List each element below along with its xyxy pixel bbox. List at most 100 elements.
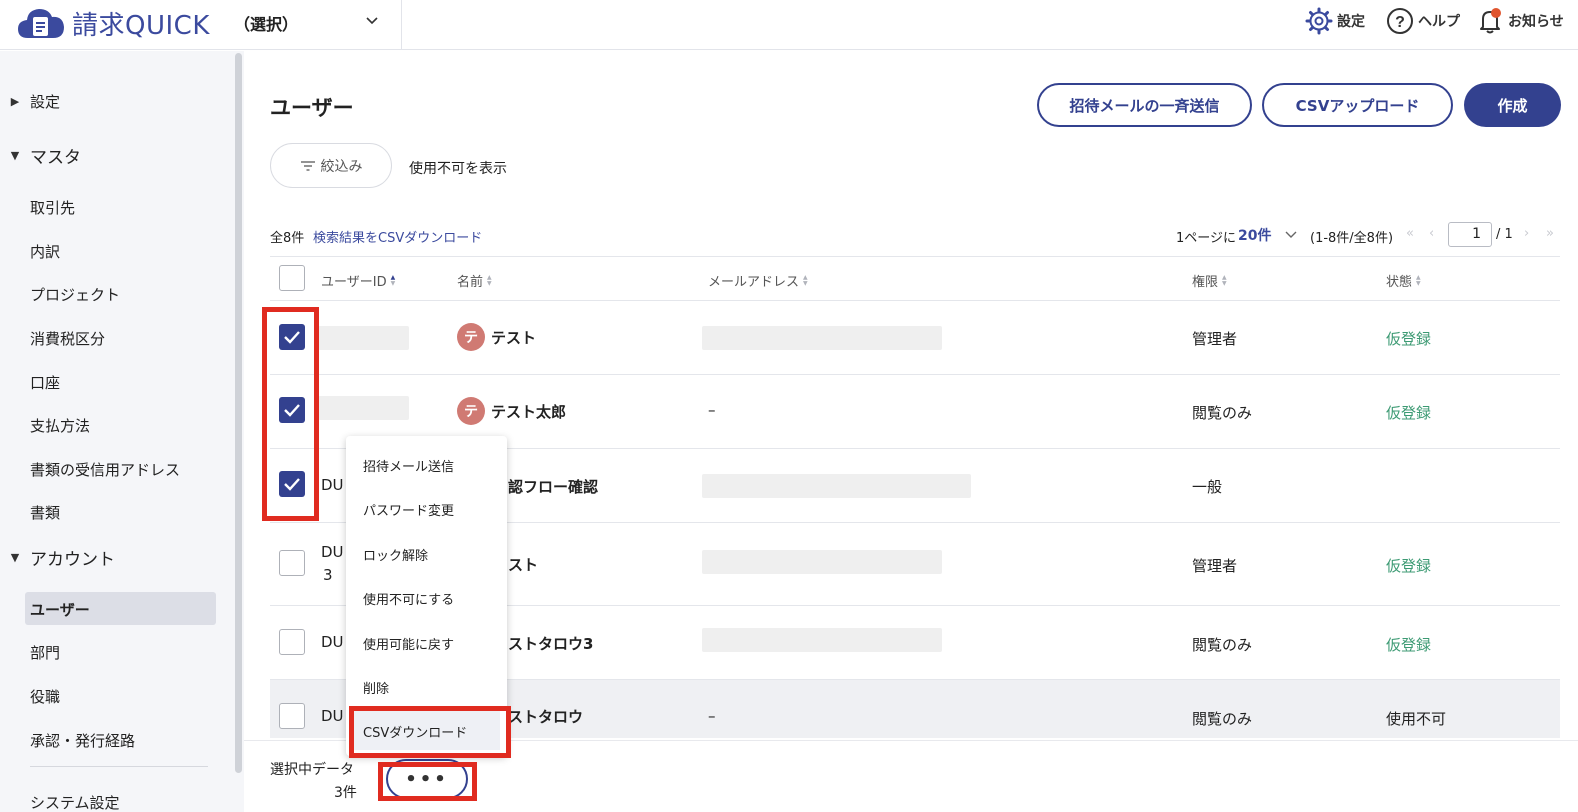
user-role: 閲覧のみ [1192,710,1253,728]
sidebar-group-label: マスタ [30,148,81,168]
table-top-border [270,256,1560,257]
redacted-email [702,550,942,574]
sidebar-item-departments[interactable]: 部門 [30,642,60,663]
menu-item-unlock[interactable]: ロック解除 [363,545,428,564]
user-name[interactable]: ストタロウ [508,706,583,727]
redacted-email [702,326,942,350]
csv-upload-button[interactable]: CSVアップロード [1262,83,1453,127]
page-total: / 1 [1496,227,1513,242]
app-header: 請求QUICK （選択） 設定 ? ヘルプ お知らせ [0,0,1578,50]
next-page-icon[interactable]: › [1524,226,1529,241]
bulk-invite-button[interactable]: 招待メールの一斉送信 [1037,83,1252,127]
sidebar-item-system-settings[interactable]: システム設定 [30,792,120,812]
header-help-link[interactable]: ? ヘルプ [1385,6,1460,36]
user-id: DU [321,476,344,494]
redacted-email [702,474,971,498]
question-icon: ? [1387,8,1413,34]
annotation-more-button-highlight [378,762,477,801]
user-id-line2: 3 [323,566,333,584]
svg-text:?: ? [1395,14,1405,31]
sidebar-item-bank-account[interactable]: 口座 [30,372,60,393]
sidebar-item-users[interactable]: ユーザー [30,599,90,620]
sidebar-item-projects[interactable]: プロジェクト [30,284,120,305]
avatar: テ [457,323,485,351]
header-help-label: ヘルプ [1418,14,1460,30]
sort-icon: ▲ ▼ [390,273,396,287]
menu-item-send-invite[interactable]: 招待メール送信 [363,456,454,475]
prev-page-icon[interactable]: ‹ [1429,226,1434,241]
sort-icon: ▲ ▼ [487,273,492,287]
user-email: – [708,401,716,419]
column-header-status[interactable]: 状態 ▲ ▼ [1386,271,1421,290]
company-selector[interactable]: （選択） [234,11,298,35]
user-role: 管理者 [1192,330,1238,348]
user-status: 仮登録 [1386,330,1432,348]
menu-item-change-password[interactable]: パスワード変更 [363,500,454,519]
row-checkbox[interactable] [279,550,305,576]
select-all-checkbox[interactable] [279,265,305,291]
redacted-user-id [318,326,409,350]
column-header-name[interactable]: 名前 ▲ ▼ [457,271,492,290]
user-name[interactable]: テスト [491,327,536,348]
header-label: ユーザーID [321,275,387,290]
user-status: 仮登録 [1386,636,1432,654]
user-name[interactable]: 認フロー確認 [508,476,598,497]
user-name[interactable]: テスト太郎 [491,401,566,422]
sort-icon: ▲ ▼ [1222,273,1227,287]
user-name[interactable]: ストタロウ3 [508,633,593,654]
sidebar-item-tax-category[interactable]: 消費税区分 [30,328,105,349]
row-checkbox[interactable] [279,629,305,655]
page-number-input[interactable]: 1 [1448,222,1492,247]
show-disabled-toggle[interactable]: 使用不可を表示 [409,158,507,178]
sidebar-item-approval-route[interactable]: 承認・発行経路 [30,730,135,751]
column-header-role[interactable]: 権限 ▲ ▼ [1192,271,1227,290]
filter-button[interactable]: 絞込み [270,143,392,188]
per-page-select[interactable]: 20件 [1238,225,1271,245]
sidebar-group-master[interactable]: ▼ マスタ [0,143,81,168]
header-notice-link[interactable]: お知らせ [1475,6,1564,36]
column-header-user-id[interactable]: ユーザーID ▲ ▼ [321,271,395,290]
logo[interactable]: 請求QUICK [16,4,210,42]
sidebar-item-breakdown[interactable]: 内訳 [30,241,60,262]
chevron-down-icon[interactable] [364,13,380,29]
menu-item-enable[interactable]: 使用可能に戻す [363,634,454,653]
row-checkbox[interactable] [279,703,305,729]
first-page-icon[interactable]: « [1406,226,1414,241]
selected-data-label: 選択中データ [270,762,354,778]
create-button[interactable]: 作成 [1464,83,1561,127]
user-name[interactable]: スト [508,554,538,575]
sidebar: ▶ 設定 ▼ マスタ 取引先 内訳 プロジェクト 消費税区分 口座 支払方法 書… [0,51,244,812]
annotation-checkbox-highlight [262,307,319,521]
header-settings-link[interactable]: 設定 [1304,6,1365,36]
redacted-email [702,628,942,652]
header-label: 名前 [457,275,484,290]
sidebar-scrollbar[interactable] [235,53,242,773]
last-page-icon[interactable]: » [1546,226,1554,241]
header-notice-label: お知らせ [1508,14,1564,30]
user-id: DU [321,707,344,725]
header-label: メールアドレス [708,275,800,290]
user-role: 閲覧のみ [1192,636,1253,654]
sidebar-item-documents[interactable]: 書類 [30,502,60,523]
selected-count: 3件 [334,785,357,801]
csv-download-link[interactable]: 検索結果をCSVダウンロード [313,227,482,246]
sidebar-item-positions[interactable]: 役職 [30,686,60,707]
user-id: DU [321,633,344,651]
user-role: 閲覧のみ [1192,404,1253,422]
sidebar-item-receive-address[interactable]: 書類の受信用アドレス [30,459,180,480]
column-header-email[interactable]: メールアドレス ▲ ▼ [708,271,808,290]
user-role: 管理者 [1192,557,1238,575]
header-divider [401,0,402,50]
sidebar-item-payment-method[interactable]: 支払方法 [30,415,90,436]
chevron-down-icon[interactable] [1284,228,1298,242]
menu-item-delete[interactable]: 削除 [363,678,389,697]
sidebar-item-clients[interactable]: 取引先 [30,197,75,218]
sort-icon: ▲ ▼ [1416,273,1421,287]
caret-right-icon: ▶ [10,95,20,108]
user-status: 仮登録 [1386,404,1432,422]
sort-icon: ▲ ▼ [803,273,808,287]
sidebar-divider [30,766,208,767]
sidebar-group-account[interactable]: ▼ アカウント [0,545,115,570]
menu-item-disable[interactable]: 使用不可にする [363,589,454,608]
sidebar-group-settings[interactable]: ▶ 設定 [0,91,60,112]
